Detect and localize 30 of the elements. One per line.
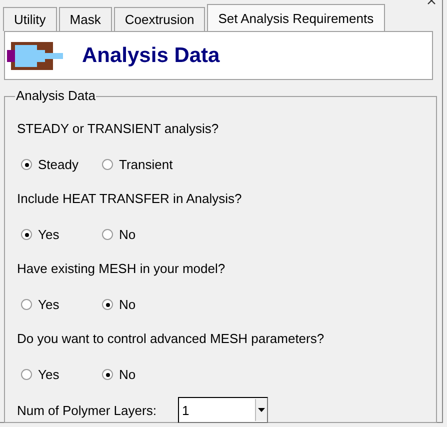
question-label: Have existing MESH in your model? [17, 261, 226, 276]
radio-button[interactable] [102, 229, 113, 240]
option-label: No [119, 227, 136, 242]
extruder-icon [7, 42, 64, 70]
option-label: Steady [38, 157, 78, 172]
tab[interactable]: Set Analysis Requirements [207, 4, 385, 31]
radio-button[interactable] [21, 299, 32, 310]
radio-button[interactable] [102, 159, 113, 170]
group-legend: Analysis Data [15, 88, 96, 103]
radio-button[interactable] [102, 369, 113, 380]
option-label: Yes [38, 227, 60, 242]
tab[interactable]: Coextrusion [114, 7, 206, 31]
question-label: STEADY or TRANSIENT analysis? [17, 121, 220, 136]
tab[interactable]: Mask [58, 7, 112, 31]
option-label: Yes [38, 367, 60, 382]
radio-button[interactable] [21, 369, 32, 380]
radio-button[interactable] [21, 229, 32, 240]
option-label: Transient [119, 157, 173, 172]
radio-button[interactable] [102, 299, 113, 310]
layers-dropdown[interactable]: 1 [178, 397, 268, 423]
field-label: Num of Polymer Layers: [17, 402, 158, 418]
page-title: Analysis Data [82, 44, 220, 68]
radio-button[interactable] [21, 159, 32, 170]
question-label: Include HEAT TRANSFER in Analysis? [17, 191, 243, 206]
dropdown-arrow-icon [258, 408, 265, 412]
option-label: Yes [38, 297, 60, 312]
question-label: Do you want to control advanced MESH parameters? [17, 331, 326, 346]
tab[interactable]: Utility [3, 7, 57, 31]
option-label: No [119, 297, 136, 312]
option-label: No [119, 367, 136, 382]
